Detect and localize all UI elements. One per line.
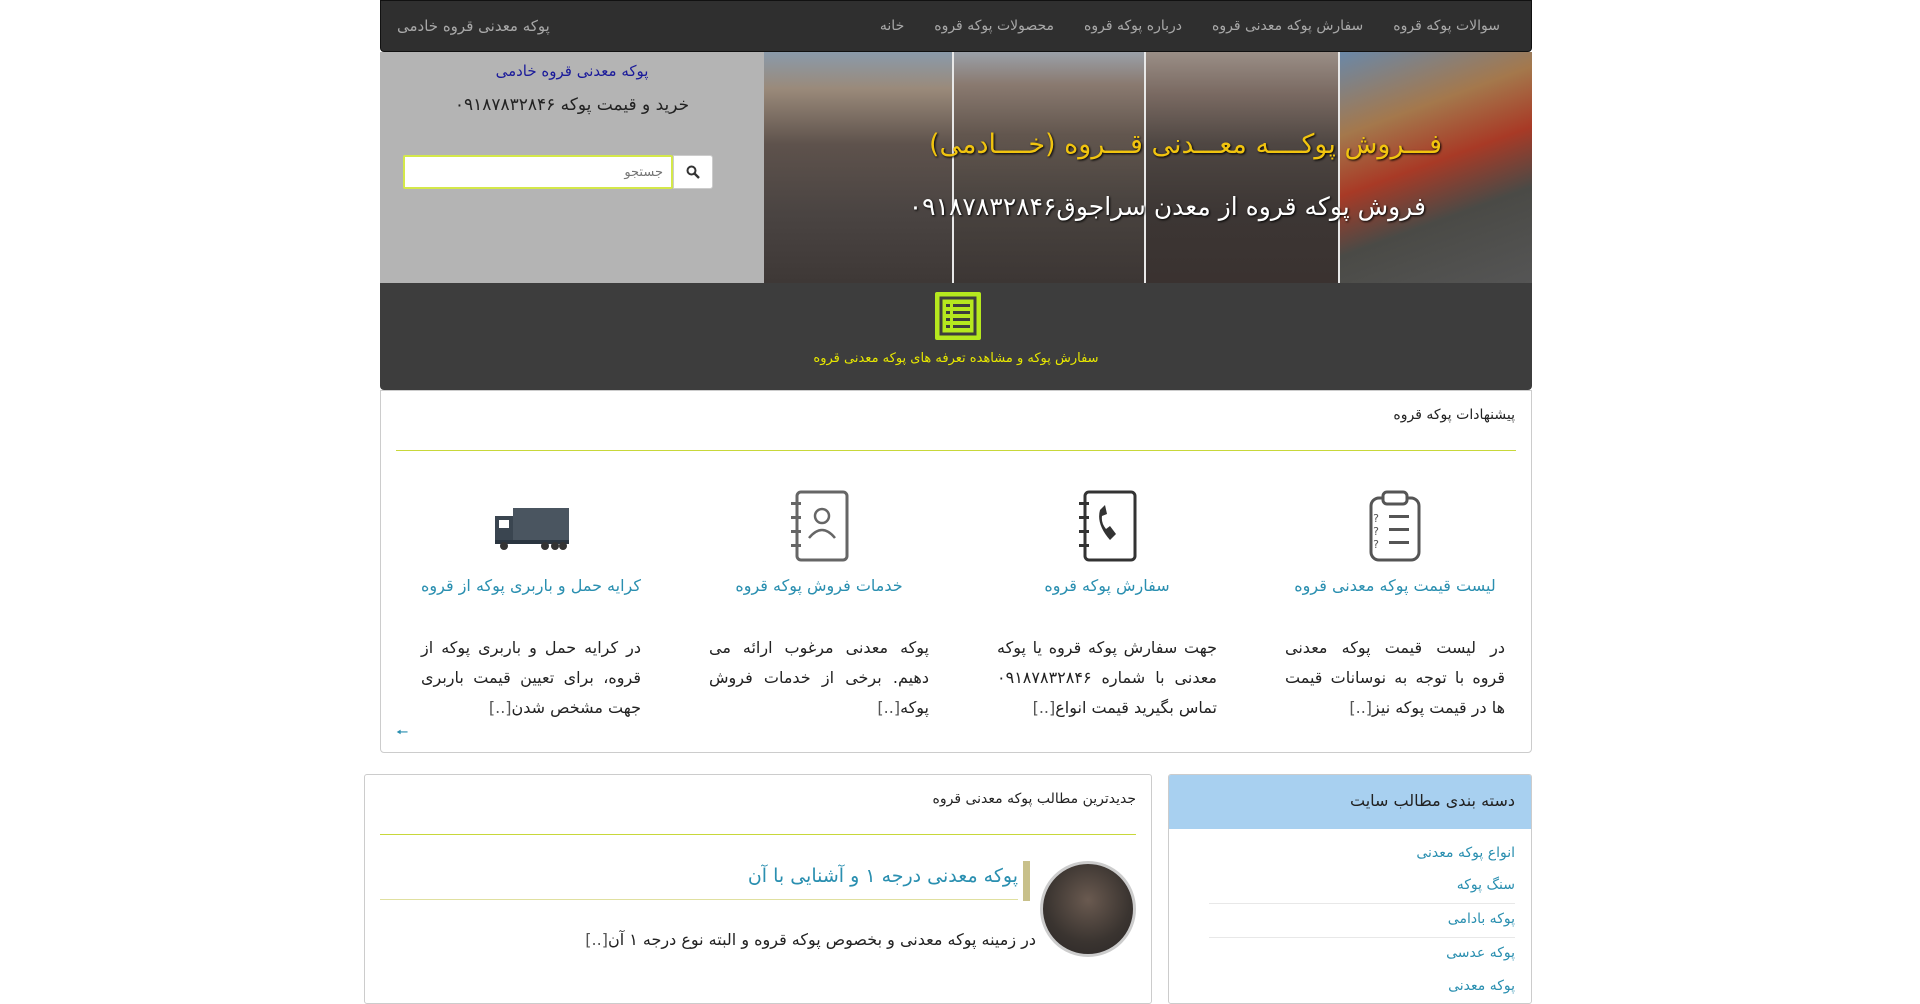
divider [380, 899, 1018, 900]
banner-divider [952, 52, 954, 283]
svg-text:?: ? [1373, 525, 1379, 538]
banner-title: فـــروش پوکــــه معـــدنی قـــروه (خــــ… [928, 129, 1442, 160]
suggestions-title: پیشنهادات پوکه قروه [1393, 407, 1515, 423]
read-more-link[interactable]: [..] [1033, 698, 1056, 717]
latest-posts-panel: جدیدترین مطالب پوکه معدنی قروه پوکه معدن… [364, 774, 1152, 1004]
site-brand[interactable]: پوکه معدنی قروه خادمی [397, 17, 550, 35]
divider [1209, 937, 1515, 938]
suggestion-card: سفارش پوکه قروه جهت سفارش پوکه قروه یا پ… [987, 486, 1227, 723]
search-icon [686, 165, 700, 179]
banner-photo-rocks [954, 52, 1146, 283]
search-input[interactable] [403, 155, 673, 189]
suggestion-title[interactable]: سفارش پوکه قروه [987, 576, 1227, 595]
header-side-panel: پوکه معدنی قروه خادمی خرید و قیمت پوکه ۰… [380, 52, 764, 283]
order-link[interactable]: سفارش پوکه و مشاهده تعرفه های پوکه معدنی… [380, 351, 1532, 366]
banner-photo-stones [1146, 52, 1340, 283]
side-title: پوکه معدنی قروه خادمی [495, 62, 649, 80]
nav-item-order[interactable]: سفارش پوکه معدنی قروه [1197, 18, 1378, 34]
contact-book-icon [791, 490, 849, 562]
read-more-link[interactable]: [..] [489, 698, 512, 717]
suggestion-card: خدمات فروش پوکه قروه پوکه معدنی مرغوب ار… [699, 486, 939, 723]
banner-subtitle: فروش پوکه قروه از معدن سراجوق۰۹۱۸۷۸۳۲۸۴۶ [908, 192, 1426, 221]
clipboard-checklist-icon: ? ? ? [1369, 490, 1421, 562]
side-subtitle: خرید و قیمت پوکه ۰۹۱۸۷۸۳۲۸۴۶ [454, 95, 690, 115]
category-item[interactable]: سنگ پوکه [1457, 877, 1515, 893]
order-bar: سفارش پوکه و مشاهده تعرفه های پوکه معدنی… [380, 283, 1532, 390]
post-title[interactable]: پوکه معدنی درجه ۱ و آشنایی با آن [748, 865, 1018, 887]
read-more-link[interactable]: [..] [1349, 698, 1372, 717]
category-item[interactable]: پوکه عدسی [1446, 945, 1515, 961]
post-title-marker [1023, 861, 1030, 901]
nav-menu: سوالات پوکه قروه سفارش پوکه معدنی قروه د… [865, 18, 1515, 34]
suggestions-panel: پیشنهادات پوکه قروه ? ? ? لیست قیمت پوکه… [380, 390, 1532, 753]
search-button[interactable] [673, 155, 713, 189]
header-banner: فـــروش پوکــــه معـــدنی قـــروه (خــــ… [764, 52, 1532, 283]
nav-item-about[interactable]: درباره پوکه قروه [1069, 18, 1197, 34]
category-item[interactable]: انواع پوکه معدنی [1416, 845, 1515, 861]
nav-item-faq[interactable]: سوالات پوکه قروه [1378, 18, 1515, 34]
suggestion-text: در لیست قیمت پوکه معدنی قروه با توجه به … [1285, 638, 1505, 717]
categories-panel: دسته بندی مطالب سایت انواع پوکه معدنی سن… [1168, 774, 1532, 1004]
categories-title: دسته بندی مطالب سایت [1350, 791, 1515, 810]
read-more-link[interactable]: [..] [877, 698, 900, 717]
suggestion-card: کرایه حمل و باربری پوکه از قروه در کرایه… [411, 486, 651, 723]
suggestion-card: ? ? ? لیست قیمت پوکه معدنی قروه در لیست … [1275, 486, 1515, 723]
latest-posts-title: جدیدترین مطالب پوکه معدنی قروه [932, 791, 1136, 807]
suggestion-text: پوکه معدنی مرغوب ارائه می دهیم. برخی از … [709, 638, 929, 717]
next-arrow-icon[interactable]: 🠔 [396, 722, 408, 746]
top-navbar: سوالات پوکه قروه سفارش پوکه معدنی قروه د… [380, 0, 1532, 52]
banner-photo-truck [1340, 52, 1532, 283]
svg-text:?: ? [1373, 538, 1379, 551]
suggestion-title[interactable]: لیست قیمت پوکه معدنی قروه [1275, 576, 1515, 595]
categories-header: دسته بندی مطالب سایت [1169, 775, 1531, 829]
suggestion-title[interactable]: خدمات فروش پوکه قروه [699, 576, 939, 595]
banner-divider [1338, 52, 1340, 283]
nav-item-home[interactable]: خانه [865, 18, 919, 34]
read-more-link[interactable]: [..] [585, 930, 608, 949]
category-item[interactable]: پوکه معدنی [1448, 978, 1515, 994]
divider [380, 834, 1136, 835]
divider [1209, 903, 1515, 904]
post-excerpt: در زمینه پوکه معدنی و بخصوص پوکه قروه و … [585, 930, 1036, 949]
divider [396, 450, 1516, 451]
banner-divider [1144, 52, 1146, 283]
suggestion-text: در کرایه حمل و باربری پوکه از قروه، برای… [421, 638, 641, 717]
banner-photo-pile [764, 52, 954, 283]
post-thumbnail[interactable] [1040, 861, 1136, 957]
svg-text:?: ? [1373, 512, 1379, 525]
phone-book-icon [1079, 490, 1137, 562]
category-item[interactable]: پوکه بادامی [1448, 911, 1515, 927]
truck-icon [495, 508, 569, 550]
order-list-icon[interactable] [935, 292, 981, 340]
nav-item-products[interactable]: محصولات پوکه قروه [919, 18, 1069, 34]
suggestion-title[interactable]: کرایه حمل و باربری پوکه از قروه [411, 576, 651, 595]
suggestion-text: جهت سفارش پوکه قروه یا پوکه معدنی با شما… [997, 638, 1217, 717]
site-header: فـــروش پوکــــه معـــدنی قـــروه (خــــ… [380, 52, 1532, 283]
